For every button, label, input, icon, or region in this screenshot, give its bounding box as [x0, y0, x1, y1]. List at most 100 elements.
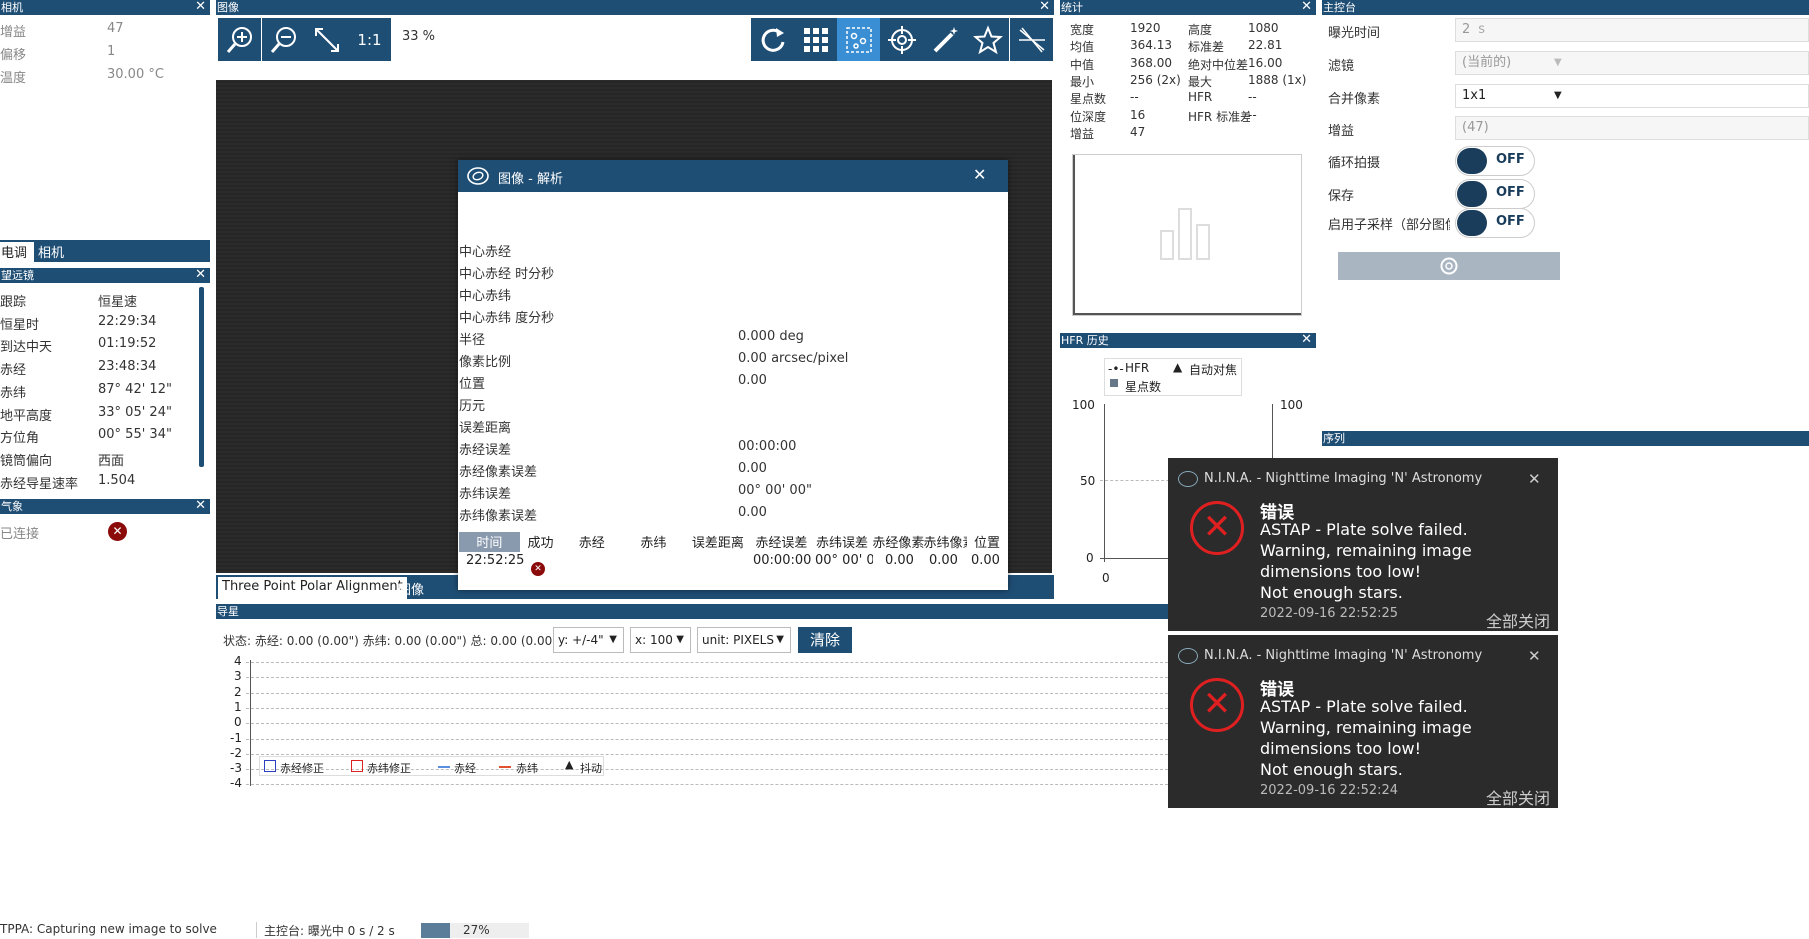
square-outline-icon	[351, 760, 363, 772]
star-detection-button[interactable]	[837, 18, 880, 61]
tab-focuser[interactable]: 电调	[0, 242, 34, 262]
imaging-field-value: 1x1	[1462, 88, 1487, 103]
y-scale-select[interactable]: y: +/-4"	[553, 627, 624, 653]
solve-field-value: 0.00	[738, 461, 767, 476]
grid-button[interactable]	[794, 18, 837, 61]
statistics-panel-header: 统计 ✕	[1060, 0, 1316, 15]
rotate-button[interactable]	[751, 18, 794, 61]
column-header[interactable]: 赤纬像素	[924, 532, 968, 552]
start-capture-button[interactable]	[1338, 252, 1560, 280]
close-icon[interactable]: ✕	[1528, 470, 1541, 488]
hfr-legend-marker: -•-	[1108, 362, 1124, 376]
camera-panel-header: 相机 ✕	[0, 0, 210, 15]
close-icon[interactable]: ✕	[195, 499, 206, 513]
column-header[interactable]: 赤纬	[622, 532, 685, 552]
solve-field-value: 0.00 arcsec/pixel	[738, 351, 849, 366]
stat-label: HFR	[1188, 90, 1213, 105]
error-notification[interactable]: N.I.N.A. - Nighttime Imaging 'N' Astrono…	[1168, 635, 1558, 808]
star-detect-icon	[845, 26, 872, 53]
tab-camera[interactable]: 相机	[38, 242, 64, 261]
tab-tppa[interactable]: Three Point Polar Alignment	[218, 577, 407, 599]
toast-message-line: ASTAP - Plate solve failed.	[1260, 697, 1468, 716]
telescope-scrollbar[interactable]	[199, 287, 204, 467]
imaging-field-label: 循环拍摄	[1328, 156, 1381, 171]
guide-gridline	[246, 784, 1168, 786]
triangle-icon: ▲	[1173, 360, 1183, 374]
imaging-field-input[interactable]: (47)	[1455, 116, 1809, 140]
clear-button[interactable]: 清除	[798, 627, 852, 653]
toggle-switch[interactable]: OFF	[1455, 208, 1535, 238]
close-icon[interactable]: ✕	[973, 165, 986, 184]
hfr-y-axis	[1104, 404, 1105, 562]
toggle-knob	[1457, 148, 1487, 174]
column-header[interactable]: 赤经像素	[872, 532, 923, 552]
column-header[interactable]: 成功	[520, 532, 562, 552]
close-icon[interactable]: ✕	[195, 0, 206, 14]
column-header[interactable]: 时间	[459, 532, 520, 552]
column-header[interactable]: 赤经	[561, 532, 622, 552]
fit-to-screen-button[interactable]	[305, 18, 348, 61]
solve-field-label: 中心赤经 时分秒	[459, 267, 555, 282]
close-icon[interactable]: ✕	[1301, 0, 1312, 14]
column-header[interactable]: 误差距离	[685, 532, 751, 552]
close-all-link[interactable]: 全部关闭	[1486, 785, 1550, 809]
hfr-legend: -•- HFR ▲ 自动对焦 星点数	[1104, 358, 1242, 396]
camera-field-label: 增益	[0, 25, 27, 40]
stat-label: 宽度	[1070, 23, 1095, 37]
toggle-switch[interactable]: OFF	[1455, 146, 1535, 176]
line-icon	[499, 766, 511, 768]
square-icon	[1110, 379, 1118, 387]
close-icon[interactable]: ✕	[195, 268, 206, 282]
star-icon	[972, 24, 1003, 54]
imaging-field-input[interactable]: 1x1 ▼	[1455, 84, 1809, 108]
close-icon[interactable]: ✕	[1039, 0, 1050, 14]
solve-history-row[interactable]: 22:52:25 ✕ 00:00:00 00° 00' 00" 0.00 0.0…	[459, 551, 1007, 579]
column-header[interactable]: 赤经误差	[751, 532, 812, 552]
weather-status-label: 已连接	[0, 527, 40, 542]
imaging-field-input[interactable]: 2s	[1455, 18, 1809, 42]
column-header[interactable]: 赤纬误差	[812, 532, 873, 552]
telescope-field-label: 赤经导星速率	[0, 476, 79, 492]
status-separator	[256, 922, 257, 938]
stat-value: --	[1130, 90, 1139, 105]
telescope-panel-header: 望远镜 ✕	[0, 268, 210, 283]
zoom-in-button[interactable]	[218, 18, 261, 61]
camera-panel-title: 相机	[1, 1, 23, 14]
failed-icon: ✕	[531, 562, 545, 576]
annotate-stars-button[interactable]	[966, 18, 1009, 61]
telescope-field-label: 到达中天	[0, 340, 53, 356]
x-scale-select[interactable]: x: 100	[630, 627, 691, 653]
stat-label: 最大	[1188, 74, 1213, 89]
close-icon[interactable]: ✕	[1301, 333, 1312, 347]
legend-ra-correction: 赤经修正	[280, 762, 324, 775]
toast-message-line: Not enough stars.	[1260, 760, 1403, 779]
disconnected-icon[interactable]: ✕	[108, 522, 127, 541]
error-notification[interactable]: N.I.N.A. - Nighttime Imaging 'N' Astrono…	[1168, 458, 1558, 631]
crosshair-button[interactable]	[880, 18, 923, 61]
close-icon[interactable]: ✕	[1528, 647, 1541, 665]
auto-stretch-button[interactable]	[923, 18, 966, 61]
capture-progress-bar: 27%	[421, 923, 529, 938]
camera-field-label: 偏移	[0, 48, 27, 63]
zoom-out-button[interactable]	[262, 18, 305, 61]
tab-image[interactable]: 图像	[398, 579, 424, 598]
status-bar: TPPA: Capturing new image to solve 主控台: …	[0, 922, 1809, 938]
telescope-field-label: 赤纬	[0, 385, 27, 401]
imaging-field-input[interactable]: (当前的) ▼	[1455, 51, 1809, 75]
close-all-link[interactable]: 全部关闭	[1486, 608, 1550, 632]
solve-field-label: 误差距离	[459, 421, 512, 436]
hfr-y-tick: 50	[1080, 474, 1096, 488]
error-icon: ✕	[1190, 501, 1244, 555]
solve-field-value: 00:00:00	[738, 439, 797, 454]
toggle-switch[interactable]: OFF	[1455, 179, 1535, 209]
solve-field-label: 赤纬误差	[459, 487, 512, 502]
imaging-field-label: 滤镜	[1328, 59, 1355, 74]
guider-status: 状态: 赤经: 0.00 (0.00") 赤纬: 0.00 (0.00") 总:…	[223, 634, 563, 648]
solve-field-label: 中心赤纬	[459, 289, 512, 304]
guide-y-tick: -2	[230, 745, 242, 760]
one-to-one-button[interactable]: 1:1	[348, 18, 391, 61]
unit-select[interactable]: unit: PIXELS	[697, 627, 791, 653]
bahtinov-button[interactable]	[1010, 18, 1053, 61]
capture-progress-label: 27%	[463, 923, 490, 937]
column-header[interactable]: 位置	[967, 532, 1007, 552]
